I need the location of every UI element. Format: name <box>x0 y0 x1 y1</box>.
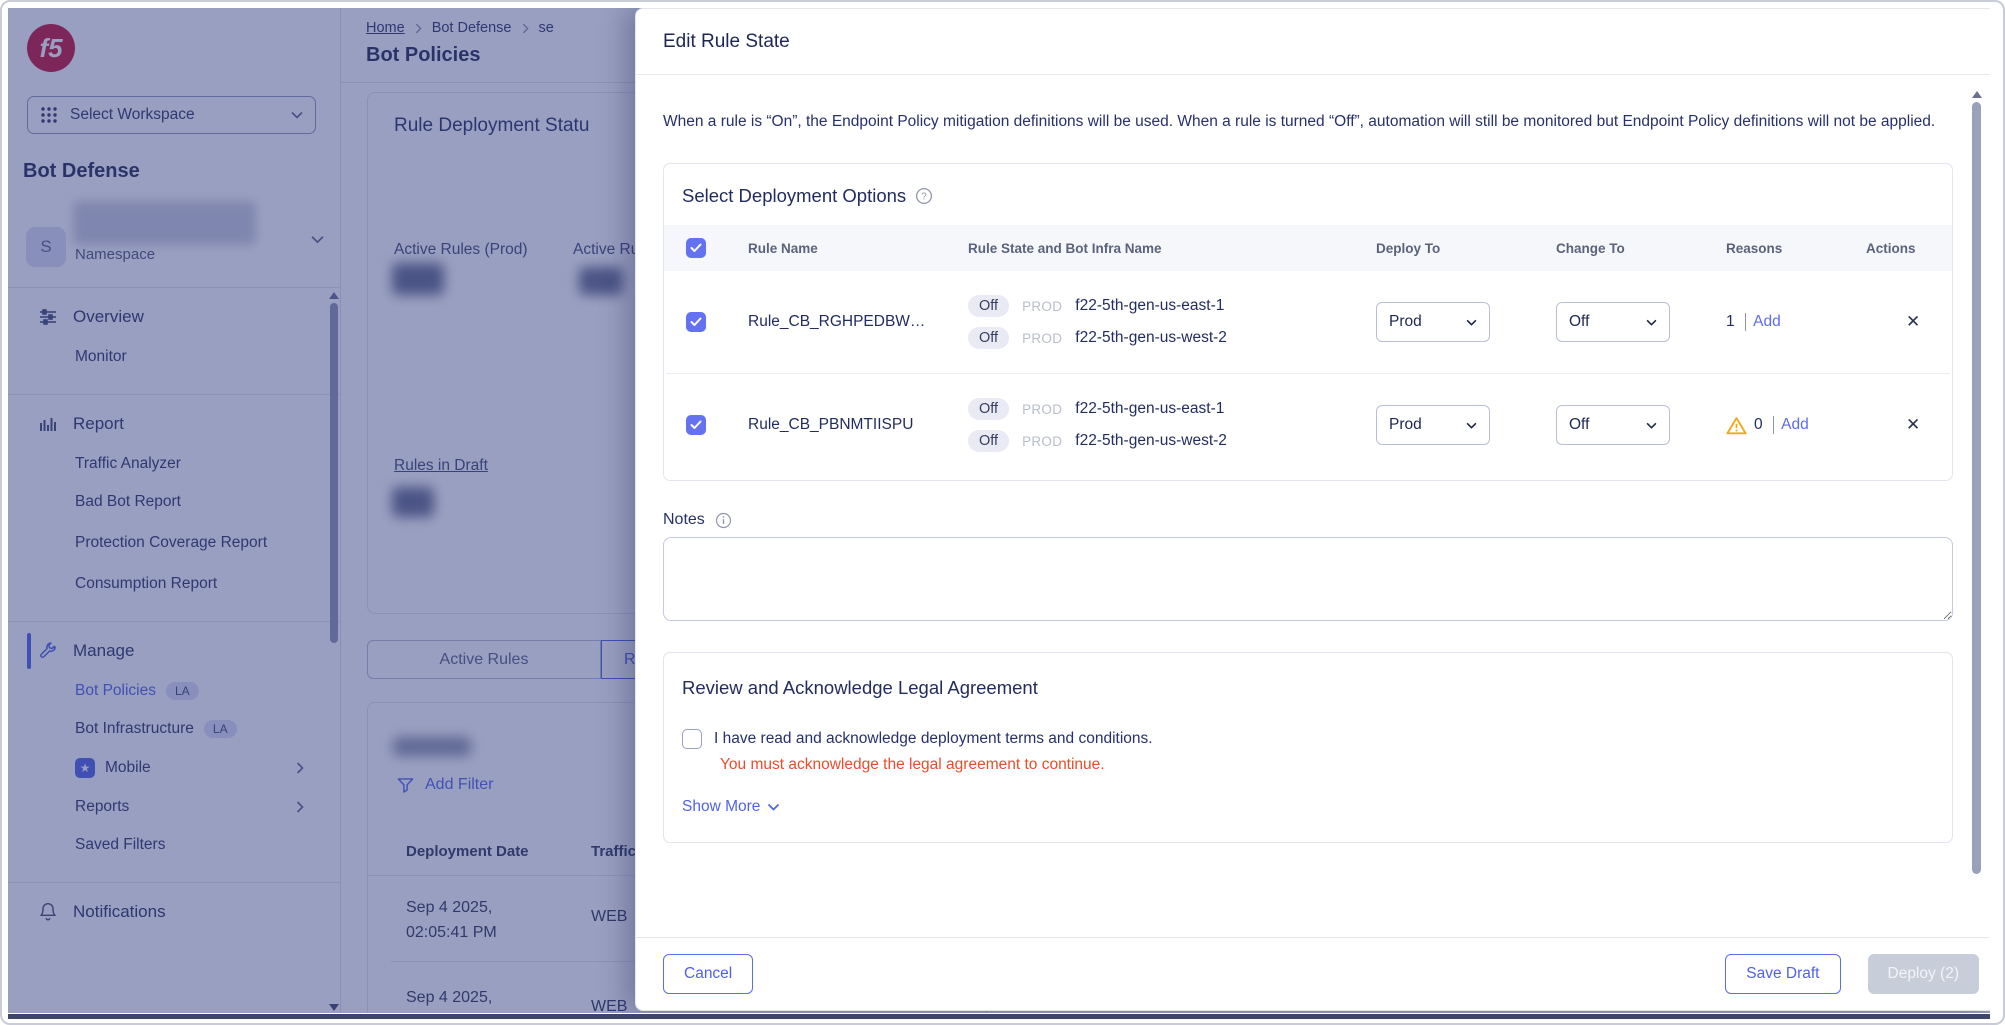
reasons-separator <box>1745 313 1747 331</box>
column-deploy-to: Deploy To <box>1352 241 1532 256</box>
column-rule-state: Rule State and Bot Infra Name <box>944 241 1352 256</box>
rule-name: Rule_CB_RGHPEDBW… <box>724 313 944 331</box>
modal-scrollbar-thumb[interactable] <box>1972 102 1981 874</box>
deploy-to-select[interactable]: Prod <box>1376 405 1490 445</box>
reasons-separator <box>1773 416 1775 434</box>
legal-checkbox-label: I have read and acknowledge deployment t… <box>714 729 1153 748</box>
save-draft-button[interactable]: Save Draft <box>1725 954 1840 994</box>
reasons-cell: 1 Add <box>1702 313 1842 331</box>
add-reason-link[interactable]: Add <box>1781 416 1809 434</box>
deploy-button[interactable]: Deploy (2) <box>1868 954 1980 994</box>
drawer-description: When a rule is “On”, the Endpoint Policy… <box>663 109 1958 135</box>
chevron-down-icon <box>1646 319 1657 326</box>
deployment-options-card: Select Deployment Options ? <box>663 163 1953 481</box>
rule-state-badge: Off <box>968 398 1009 420</box>
change-to-select[interactable]: Off <box>1556 302 1670 342</box>
env-label: PROD <box>1022 299 1062 314</box>
notes-textarea[interactable] <box>663 537 1953 621</box>
infra-name: f22-5th-gen-us-west-2 <box>1075 329 1227 347</box>
rule-row: Rule_CB_PBNMTIISPU Off PROD f22-5th-gen-… <box>664 374 1952 476</box>
app-window: f5 Select Workspace Bot Defense <box>0 0 2005 1025</box>
remove-rule-button[interactable]: ✕ <box>1900 413 1926 437</box>
change-to-value: Off <box>1569 416 1589 434</box>
env-label: PROD <box>1022 434 1062 449</box>
select-rule-checkbox[interactable] <box>686 312 706 332</box>
legal-error-message: You must acknowledge the legal agreement… <box>720 756 1952 774</box>
add-reason-link[interactable]: Add <box>1753 313 1781 331</box>
deploy-to-value: Prod <box>1389 416 1422 434</box>
drawer-title: Edit Rule State <box>663 31 790 53</box>
help-icon[interactable]: ? <box>915 187 933 205</box>
deploy-to-select[interactable]: Prod <box>1376 302 1490 342</box>
rule-name: Rule_CB_PBNMTIISPU <box>724 416 944 434</box>
change-to-value: Off <box>1569 313 1589 331</box>
infra-name: f22-5th-gen-us-east-1 <box>1075 400 1224 418</box>
select-rule-checkbox[interactable] <box>686 415 706 435</box>
notes-label: Notes <box>663 511 705 529</box>
legal-agreement-card: Review and Acknowledge Legal Agreement I… <box>663 652 1953 843</box>
deploy-to-value: Prod <box>1389 313 1422 331</box>
remove-rule-button[interactable]: ✕ <box>1900 310 1926 334</box>
chevron-down-icon <box>1646 422 1657 429</box>
reasons-cell: 0 Add <box>1702 416 1842 435</box>
infra-name: f22-5th-gen-us-east-1 <box>1075 297 1224 315</box>
env-label: PROD <box>1022 331 1062 346</box>
rule-row: Rule_CB_RGHPEDBW… Off PROD f22-5th-gen-u… <box>664 271 1952 373</box>
infra-name: f22-5th-gen-us-west-2 <box>1075 432 1227 450</box>
rule-infra-list: Off PROD f22-5th-gen-us-east-1 Off PROD … <box>944 295 1352 349</box>
svg-text:?: ? <box>921 192 927 203</box>
chevron-down-icon <box>767 803 780 811</box>
scroll-up-arrow[interactable] <box>1972 91 1982 98</box>
legal-title: Review and Acknowledge Legal Agreement <box>682 677 1952 699</box>
column-reasons: Reasons <box>1702 241 1842 256</box>
drawer-body: When a rule is “On”, the Endpoint Policy… <box>636 75 1973 937</box>
window-bottom-edge <box>8 1014 1990 1019</box>
show-more-link[interactable]: Show More <box>682 798 780 816</box>
drawer-footer: Cancel Save Draft Deploy (2) <box>636 937 1990 1010</box>
rule-state-badge: Off <box>968 295 1009 317</box>
modal-scrollbar[interactable] <box>1972 91 1982 932</box>
change-to-select[interactable]: Off <box>1556 405 1670 445</box>
edit-rule-state-drawer: Edit Rule State When a rule is “On”, the… <box>635 8 1990 1011</box>
drawer-header: Edit Rule State <box>636 9 1990 75</box>
chevron-down-icon <box>1466 319 1477 326</box>
viewport: f5 Select Workspace Bot Defense <box>8 8 1990 1013</box>
reasons-count: 0 <box>1754 416 1763 434</box>
deployment-options-title: Select Deployment Options <box>682 185 906 207</box>
select-all-checkbox[interactable] <box>686 238 706 258</box>
rule-state-badge: Off <box>968 327 1009 349</box>
reasons-count: 1 <box>1726 313 1735 331</box>
rule-infra-list: Off PROD f22-5th-gen-us-east-1 Off PROD … <box>944 398 1352 452</box>
rule-state-badge: Off <box>968 430 1009 452</box>
legal-agreement-checkbox[interactable] <box>682 729 702 749</box>
env-label: PROD <box>1022 402 1062 417</box>
cancel-button[interactable]: Cancel <box>663 954 753 994</box>
options-table-header: Rule Name Rule State and Bot Infra Name … <box>664 225 1952 271</box>
info-icon[interactable] <box>715 512 732 529</box>
show-more-label: Show More <box>682 798 760 816</box>
column-change-to: Change To <box>1532 241 1702 256</box>
column-rule-name: Rule Name <box>724 241 944 256</box>
column-actions: Actions <box>1842 241 1952 256</box>
warning-icon <box>1726 416 1747 435</box>
chevron-down-icon <box>1466 422 1477 429</box>
